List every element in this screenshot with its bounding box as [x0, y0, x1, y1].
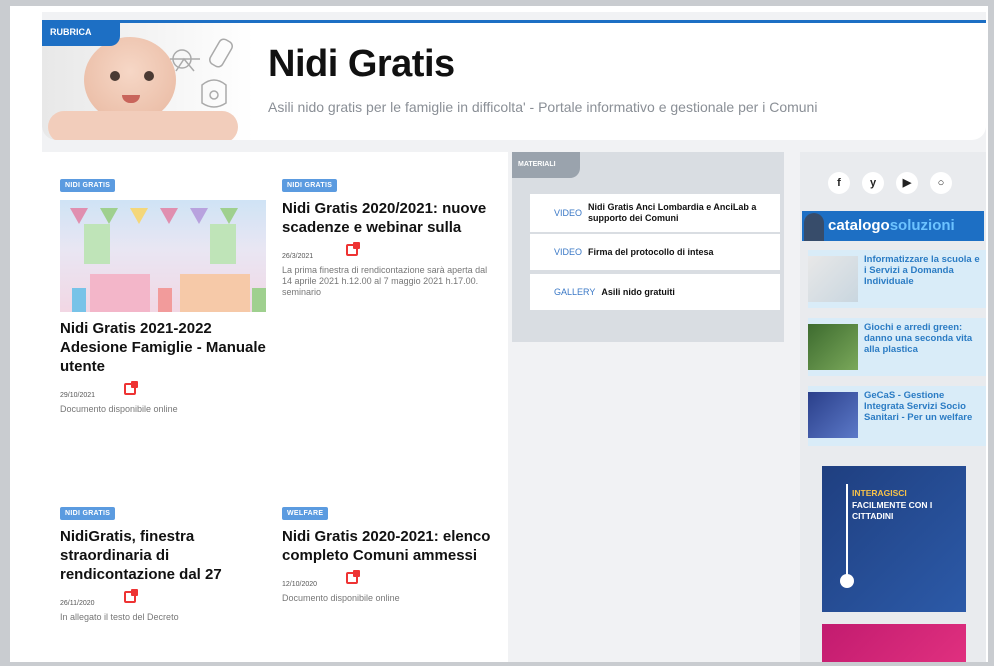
sidebar-item-text[interactable]: Giochi e arredi green: danno una seconda… — [864, 322, 984, 355]
ad-line — [846, 484, 848, 580]
articles-grid: NIDI GRATIS Nidi Gratis 2021-2022 Adesio… — [42, 152, 508, 662]
article-title[interactable]: Nidi Gratis 2020/2021: nuove scadenze e … — [282, 199, 492, 237]
sidebar-item-image — [808, 324, 858, 370]
sidebar-item-text[interactable]: Informatizzare la scuola e i Servizi a D… — [864, 254, 984, 287]
bunting-flag — [220, 208, 238, 224]
materiali-item[interactable]: GALLERY Asili nido gratuiti — [530, 274, 780, 310]
second-ad-banner[interactable] — [822, 624, 966, 662]
rubrica-badge: RUBRICA — [42, 23, 120, 46]
catalogo-soluzioni-banner[interactable]: catalogosoluzioni — [802, 211, 984, 241]
sidebar-item-image — [808, 392, 858, 438]
materiali-kind: VIDEO — [554, 247, 583, 257]
bunting-flag — [190, 208, 208, 224]
article-meta: 29/10/2021 — [60, 381, 270, 399]
classroom-chair — [252, 288, 266, 312]
article-meta: 12/10/2020 — [282, 570, 492, 588]
article-thumbnail[interactable] — [60, 200, 266, 312]
materiali-title[interactable]: Firma del protocollo di intesa — [588, 247, 714, 258]
sidebar-item[interactable]: Informatizzare la scuola e i Servizi a D… — [808, 250, 986, 308]
baby-doodles-icon — [170, 38, 233, 108]
article-title[interactable]: Nidi Gratis 2021-2022 Adesione Famiglie … — [60, 319, 270, 376]
materiali-kind: VIDEO — [554, 208, 583, 218]
classroom-window — [84, 224, 110, 264]
article-tag[interactable]: WELFARE — [282, 507, 329, 520]
page: RUBRICA Nidi Gratis Asili nido gratis pe… — [42, 12, 986, 662]
classroom-table — [90, 274, 150, 312]
rss-icon[interactable]: ○ — [930, 172, 952, 194]
article-description: Documento disponibile online — [282, 593, 400, 603]
youtube-icon[interactable]: ▶ — [896, 172, 918, 194]
sidebar-item[interactable]: Giochi e arredi green: danno una seconda… — [808, 318, 986, 376]
article-tag[interactable]: NIDI GRATIS — [282, 179, 338, 192]
materiali-kind: GALLERY — [554, 287, 596, 297]
article-meta: 26/3/2021 — [282, 242, 492, 260]
interagisci-ad-banner[interactable]: INTERAGISCI FACILMENTE CON I CITTADINI — [822, 466, 966, 612]
article-date: 12/10/2020 — [282, 581, 318, 588]
bunting-flag — [130, 208, 148, 224]
sidebar: f y ▶ ○ catalogosoluzioni Informatizzare… — [800, 152, 986, 662]
article-date: 29/10/2021 — [60, 392, 96, 399]
share-icon[interactable] — [124, 589, 138, 603]
page-subtitle: Asili nido gratis per le famiglie in dif… — [268, 99, 818, 115]
article-title[interactable]: NidiGratis, finestra straordinaria di re… — [60, 527, 270, 584]
sidebar-item-image — [808, 256, 858, 302]
article-card: NIDI GRATIS Nidi Gratis 2021-2022 Adesio… — [60, 174, 270, 415]
browser-frame: RUBRICA Nidi Gratis Asili nido gratis pe… — [10, 6, 988, 662]
classroom-chair — [72, 288, 86, 312]
twitter-icon[interactable]: y — [862, 172, 884, 194]
article-date: 26/11/2020 — [60, 600, 95, 607]
article-date: 26/3/2021 — [282, 253, 314, 260]
article-tag[interactable]: NIDI GRATIS — [60, 179, 116, 192]
classroom-window — [210, 224, 236, 264]
baby-eye — [110, 71, 120, 81]
materiali-title[interactable]: Nidi Gratis Anci Lombardia e AnciLab a s… — [588, 202, 780, 224]
bunting-flag — [70, 208, 88, 224]
article-tag[interactable]: NIDI GRATIS — [60, 507, 116, 520]
article-description: La prima finestra di rendicontazione sar… — [282, 265, 488, 297]
article-card: NIDI GRATIS Nidi Gratis 2020/2021: nuove… — [282, 174, 492, 298]
share-icon[interactable] — [346, 242, 360, 256]
article-card: NIDI GRATIS NidiGratis, finestra straord… — [60, 502, 270, 623]
sidebar-item-text[interactable]: GeCaS - Gestione Integrata Servizi Socio… — [864, 390, 984, 423]
materiali-box: MATERIALI VIDEO Nidi Gratis Anci Lombard… — [512, 152, 784, 342]
article-title[interactable]: Nidi Gratis 2020-2021: elenco completo C… — [282, 527, 492, 565]
article-meta: 26/11/2020 — [60, 589, 270, 607]
article-description: Documento disponibile online — [60, 404, 178, 414]
ad-headline: INTERAGISCI — [852, 488, 907, 498]
sidebar-item[interactable]: GeCaS - Gestione Integrata Servizi Socio… — [808, 386, 986, 446]
page-header: RUBRICA Nidi Gratis Asili nido gratis pe… — [42, 20, 986, 140]
soluzioni-label: soluzioni — [889, 217, 955, 234]
share-icon[interactable] — [346, 570, 360, 584]
page-title[interactable]: Nidi Gratis — [268, 43, 455, 86]
facebook-icon[interactable]: f — [828, 172, 850, 194]
materiali-label: MATERIALI — [512, 152, 580, 178]
classroom-chair — [158, 288, 172, 312]
share-icon[interactable] — [124, 381, 138, 395]
bunting-flag — [100, 208, 118, 224]
materiali-title[interactable]: Asili nido gratuiti — [601, 287, 675, 298]
catalogo-label: catalogo — [828, 217, 890, 234]
materiali-item[interactable]: VIDEO Nidi Gratis Anci Lombardia e AnciL… — [530, 194, 780, 232]
article-card: WELFARE Nidi Gratis 2020-2021: elenco co… — [282, 502, 492, 604]
classroom-table — [180, 274, 250, 312]
ad-dot — [840, 574, 854, 588]
article-description: In allegato il testo del Decreto — [60, 612, 179, 622]
bunting-flag — [160, 208, 178, 224]
baby-eye — [144, 71, 154, 81]
person-icon — [804, 213, 824, 241]
ad-subline: FACILMENTE CON I CITTADINI — [852, 500, 933, 521]
materiali-item[interactable]: VIDEO Firma del protocollo di intesa — [530, 234, 780, 270]
